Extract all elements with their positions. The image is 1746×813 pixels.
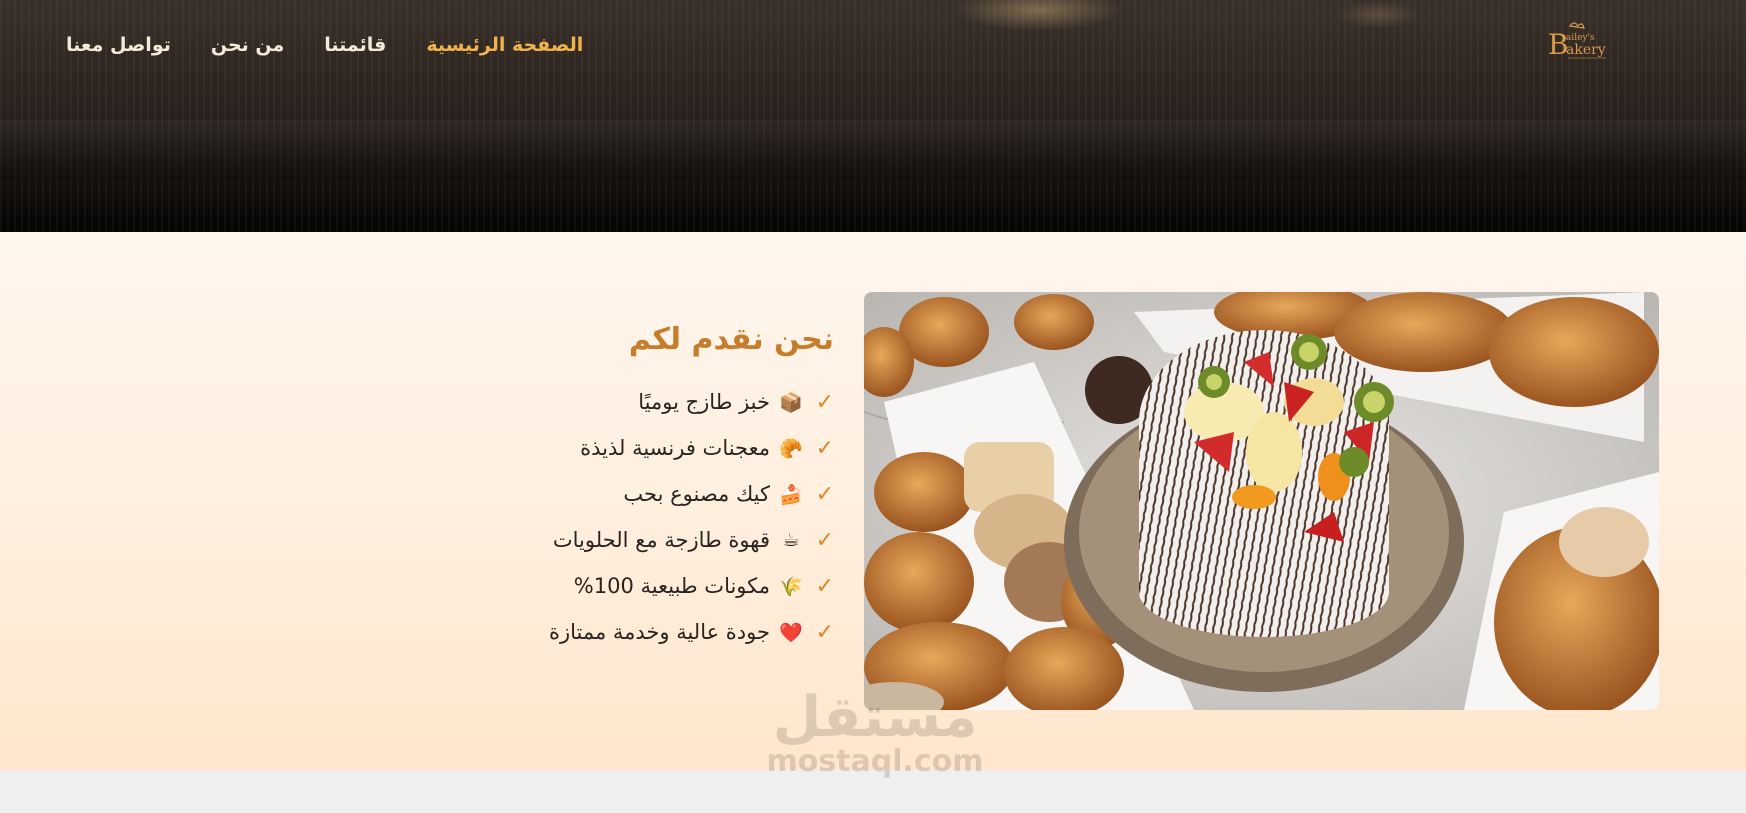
nav-about[interactable]: من نحن: [211, 34, 284, 56]
nav-menu[interactable]: قائمتنا: [324, 34, 386, 56]
logo-big-text: akery: [1566, 42, 1606, 58]
check-icon: ✓: [815, 389, 834, 415]
features-list: ✓ 📦 خبز طازج يوميًا ✓ 🥐 معجنات فرنسية لذ…: [534, 379, 834, 655]
bakery-logo[interactable]: B ailey's akery: [1546, 20, 1612, 64]
feature-item: ✓ 📦 خبز طازج يوميًا: [534, 379, 834, 425]
feature-item: ✓ 🍰 كيك مصنوع بحب: [534, 471, 834, 517]
feature-text: جودة عالية وخدمة ممتازة: [548, 620, 770, 644]
feature-item: ✓ ❤️ جودة عالية وخدمة ممتازة: [534, 609, 834, 655]
check-icon: ✓: [815, 435, 834, 461]
nav-contact[interactable]: تواصل معنا: [66, 34, 171, 56]
main-nav: الصفحة الرئيسية قائمتنا من نحن تواصل معن…: [66, 34, 583, 56]
section-title: نحن نقدم لكم: [628, 322, 834, 357]
bakery-photo: [864, 292, 1659, 710]
cake-icon: 🍰: [779, 483, 803, 506]
heart-icon: ❤️: [779, 621, 803, 644]
feature-text: معجنات فرنسية لذيذة: [580, 436, 770, 460]
check-icon: ✓: [815, 619, 834, 645]
feature-text: قهوة طازجة مع الحلويات: [552, 528, 770, 552]
feature-item: ✓ 🥐 معجنات فرنسية لذيذة: [534, 425, 834, 471]
logo-image: B ailey's akery: [1548, 22, 1606, 61]
mostaql-watermark: مستقل mostaql.com: [740, 685, 1010, 780]
feature-text: كيك مصنوع بحب: [623, 482, 770, 506]
check-icon: ✓: [815, 481, 834, 507]
watermark-arabic: مستقل: [772, 685, 978, 750]
wheat-icon: 🌾: [779, 575, 803, 598]
bread-box-icon: 📦: [779, 391, 803, 414]
cake-pastries-illustration: [864, 292, 1659, 710]
nav-home[interactable]: الصفحة الرئيسية: [426, 34, 583, 56]
watermark-latin: mostaql.com: [766, 744, 984, 779]
feature-text: مكونات طبيعية 100%: [573, 574, 770, 598]
services-text: نحن نقدم لكم ✓ 📦 خبز طازج يوميًا ✓ 🥐 معج…: [400, 322, 834, 655]
coffee-icon: ☕: [782, 529, 800, 551]
croissant-icon: 🥐: [779, 437, 803, 460]
check-icon: ✓: [815, 573, 834, 599]
feature-item: ✓ 🌾 مكونات طبيعية 100%: [534, 563, 834, 609]
feature-item: ✓ ☕ قهوة طازجة مع الحلويات: [534, 517, 834, 563]
check-icon: ✓: [815, 527, 834, 553]
feature-text: خبز طازج يوميًا: [638, 390, 770, 414]
